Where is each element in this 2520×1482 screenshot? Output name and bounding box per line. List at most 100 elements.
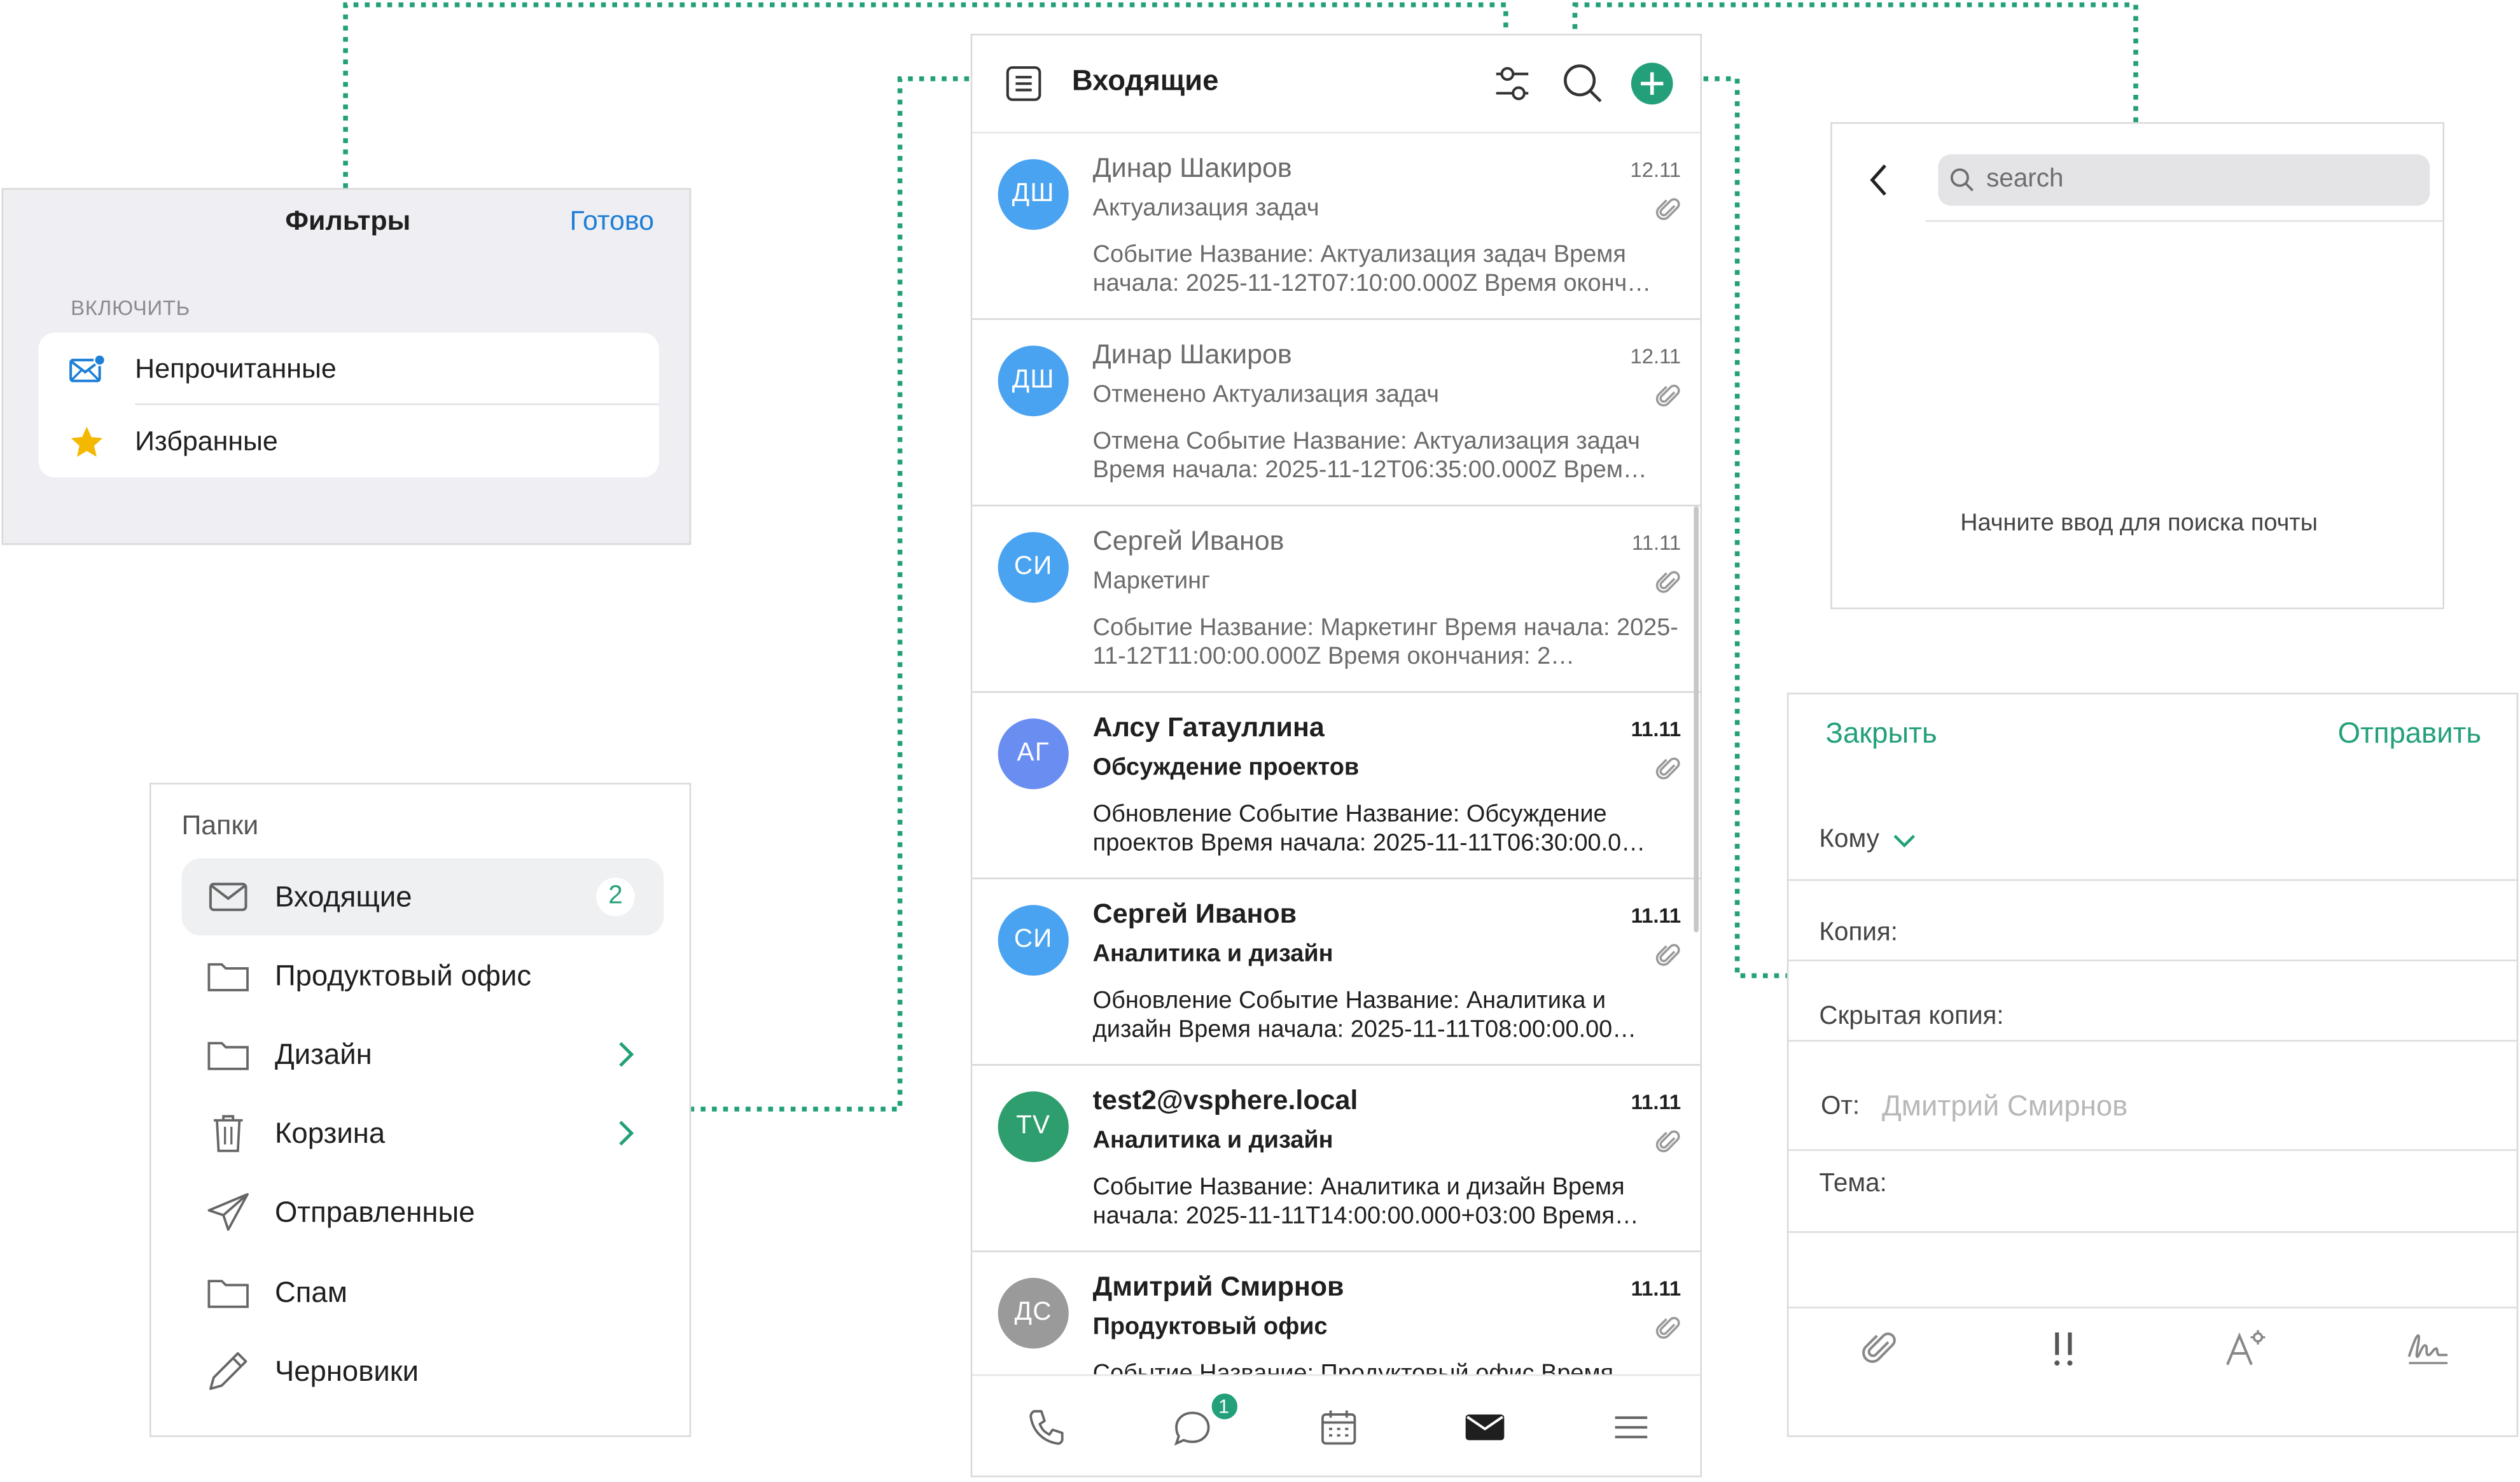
folder-design[interactable]: Дизайн bbox=[181, 1016, 664, 1093]
search-icon[interactable] bbox=[1561, 61, 1606, 106]
signature-button[interactable] bbox=[2337, 1308, 2516, 1388]
connector-folders bbox=[691, 76, 980, 1112]
folder-spam[interactable]: Спам bbox=[181, 1254, 664, 1331]
compose-toolbar bbox=[1788, 1308, 2516, 1388]
avatar: ДШ bbox=[998, 346, 1069, 417]
body-field[interactable] bbox=[1788, 1233, 2517, 1309]
avatar-initials: ДС bbox=[1014, 1299, 1052, 1326]
message-list: ДШ Динар Шакиров 12.11 Актуализация зада… bbox=[972, 132, 1701, 1374]
chevron-right-icon[interactable] bbox=[615, 1119, 634, 1147]
from-field[interactable]: От: Дмитрий Смирнов bbox=[1788, 1064, 2517, 1151]
to-label-wrap: Кому bbox=[1819, 826, 1918, 855]
tab-calls[interactable] bbox=[972, 1376, 1118, 1476]
bottom-tab-bar: 1 bbox=[972, 1374, 1701, 1476]
message-subject: Отменено Актуализация задач bbox=[1092, 381, 1439, 409]
message-sender: Сергей Иванов bbox=[1092, 526, 1284, 556]
paperclip-icon bbox=[1655, 754, 1681, 783]
message-row[interactable]: ДШ Динар Шакиров 12.11 Актуализация зада… bbox=[972, 134, 1701, 320]
avatar: ДС bbox=[998, 1278, 1069, 1349]
to-field[interactable]: Кому bbox=[1788, 800, 2517, 881]
paperclip-icon bbox=[1655, 1313, 1681, 1342]
text-format-button[interactable] bbox=[2154, 1308, 2337, 1388]
tab-menu[interactable] bbox=[1557, 1376, 1701, 1476]
message-row[interactable]: СИ Сергей Иванов 11.11 Маркетинг Событие… bbox=[972, 507, 1701, 693]
from-label: От: bbox=[1820, 1093, 1860, 1121]
subject-field[interactable]: Тема: bbox=[1788, 1151, 2517, 1233]
folder-label: Продуктовый офис bbox=[274, 958, 532, 991]
message-sender: Динар Шакиров bbox=[1092, 339, 1292, 370]
message-row[interactable]: ДШ Динар Шакиров 12.11 Отменено Актуализ… bbox=[972, 320, 1701, 507]
unread-count-badge: 2 bbox=[596, 877, 635, 916]
folder-icon bbox=[181, 1273, 275, 1312]
folders-panel: Папки Входящие 2 Продуктовый офис Дизайн… bbox=[149, 783, 692, 1437]
send-icon bbox=[181, 1191, 275, 1233]
paperclip-icon bbox=[1655, 195, 1681, 223]
chevron-down-icon[interactable] bbox=[1892, 832, 1918, 848]
bcc-field[interactable]: Скрытая копия: bbox=[1788, 961, 2517, 1042]
folder-inbox[interactable]: Входящие 2 bbox=[181, 858, 664, 936]
filter-icon[interactable] bbox=[1491, 61, 1533, 106]
list-icon[interactable] bbox=[1005, 64, 1043, 103]
folder-product-office[interactable]: Продуктовый офис bbox=[181, 937, 664, 1014]
message-preview: Обновление Событие Название: Обсуждение … bbox=[1092, 800, 1646, 857]
tab-calendar[interactable] bbox=[1265, 1376, 1411, 1476]
message-row[interactable]: АГ Алсу Гатауллина 11.11 Обсуждение прое… bbox=[972, 693, 1701, 879]
folder-sent[interactable]: Отправленные bbox=[181, 1173, 664, 1250]
message-preview: Обновление Событие Название: Аналитика и… bbox=[1092, 986, 1637, 1044]
message-row[interactable]: TV test2@vsphere.local 11.11 Аналитика и… bbox=[972, 1066, 1701, 1252]
message-date: 11.11 bbox=[1631, 1089, 1681, 1114]
signature-icon bbox=[2404, 1329, 2453, 1368]
search-panel: Начните ввод для поиска почты bbox=[1830, 122, 2445, 610]
filter-label: Избранные bbox=[135, 425, 278, 456]
message-row[interactable]: ДС Дмитрий Смирнов 11.11 Продуктовый офи… bbox=[972, 1252, 1700, 1374]
search-input[interactable] bbox=[1986, 165, 2404, 195]
folder-label: Входящие bbox=[274, 879, 412, 912]
message-subject: Аналитика и дизайн bbox=[1092, 940, 1333, 968]
message-subject: Актуализация задач bbox=[1092, 194, 1319, 222]
attach-button[interactable] bbox=[1788, 1308, 1971, 1388]
search-field[interactable] bbox=[1938, 154, 2430, 206]
avatar-initials: ДШ bbox=[1012, 366, 1055, 394]
tab-chats[interactable]: 1 bbox=[1118, 1376, 1265, 1476]
folder-icon bbox=[181, 956, 275, 995]
stage: Фильтры Готово ВКЛЮЧИТЬ Непрочитанные Из… bbox=[0, 0, 2520, 1482]
inbox-title: Входящие bbox=[1071, 64, 1219, 97]
message-preview: Событие Название: Актуализация задач Вре… bbox=[1092, 241, 1652, 298]
folder-drafts[interactable]: Черновики bbox=[181, 1332, 664, 1409]
search-icon bbox=[1938, 167, 1986, 193]
paperclip-icon bbox=[1655, 940, 1681, 969]
message-preview: Отмена Событие Название: Актуализация за… bbox=[1092, 427, 1647, 484]
unread-mail-icon bbox=[39, 353, 136, 385]
search-hint: Начните ввод для поиска почты bbox=[1960, 509, 2318, 537]
folder-trash[interactable]: Корзина bbox=[181, 1094, 664, 1171]
avatar-initials: TV bbox=[1016, 1112, 1051, 1140]
filters-card: Непрочитанные Избранные bbox=[38, 332, 659, 478]
send-button[interactable]: Отправить bbox=[2338, 717, 2481, 751]
scrollbar[interactable] bbox=[1694, 506, 1699, 933]
filters-panel: Фильтры Готово ВКЛЮЧИТЬ Непрочитанные Из… bbox=[1, 188, 692, 545]
avatar-initials: СИ bbox=[1013, 552, 1053, 580]
compose-panel: Закрыть Отправить Кому Копия: Скрытая ко… bbox=[1786, 692, 2519, 1437]
inbox-header: Входящие bbox=[972, 36, 1700, 125]
avatar: TV bbox=[998, 1091, 1069, 1163]
close-button[interactable]: Закрыть bbox=[1826, 717, 1937, 751]
filter-unread[interactable]: Непрочитанные bbox=[39, 333, 659, 405]
attach-icon bbox=[1859, 1327, 1901, 1369]
compose-plus-icon[interactable] bbox=[1629, 61, 1674, 106]
calendar-icon bbox=[1317, 1406, 1359, 1448]
avatar: АГ bbox=[998, 718, 1069, 790]
message-preview: Событие Название: Маркетинг Время начала… bbox=[1092, 613, 1678, 671]
priority-button[interactable] bbox=[1972, 1308, 2154, 1388]
message-row[interactable]: СИ Сергей Иванов 11.11 Аналитика и дизай… bbox=[972, 879, 1701, 1066]
chevron-right-icon[interactable] bbox=[615, 1040, 634, 1068]
pencil-icon bbox=[181, 1348, 275, 1394]
tab-mail[interactable] bbox=[1411, 1376, 1557, 1476]
done-button[interactable]: Готово bbox=[569, 206, 654, 238]
bcc-label: Скрытая копия: bbox=[1819, 1003, 2004, 1031]
filter-favorites[interactable]: Избранные bbox=[39, 405, 659, 478]
message-date: 12.11 bbox=[1630, 344, 1681, 368]
back-chevron-icon[interactable] bbox=[1867, 162, 1890, 198]
cc-field[interactable]: Копия: bbox=[1788, 881, 2517, 961]
divider bbox=[1925, 220, 2443, 222]
avatar-initials: СИ bbox=[1013, 925, 1053, 953]
